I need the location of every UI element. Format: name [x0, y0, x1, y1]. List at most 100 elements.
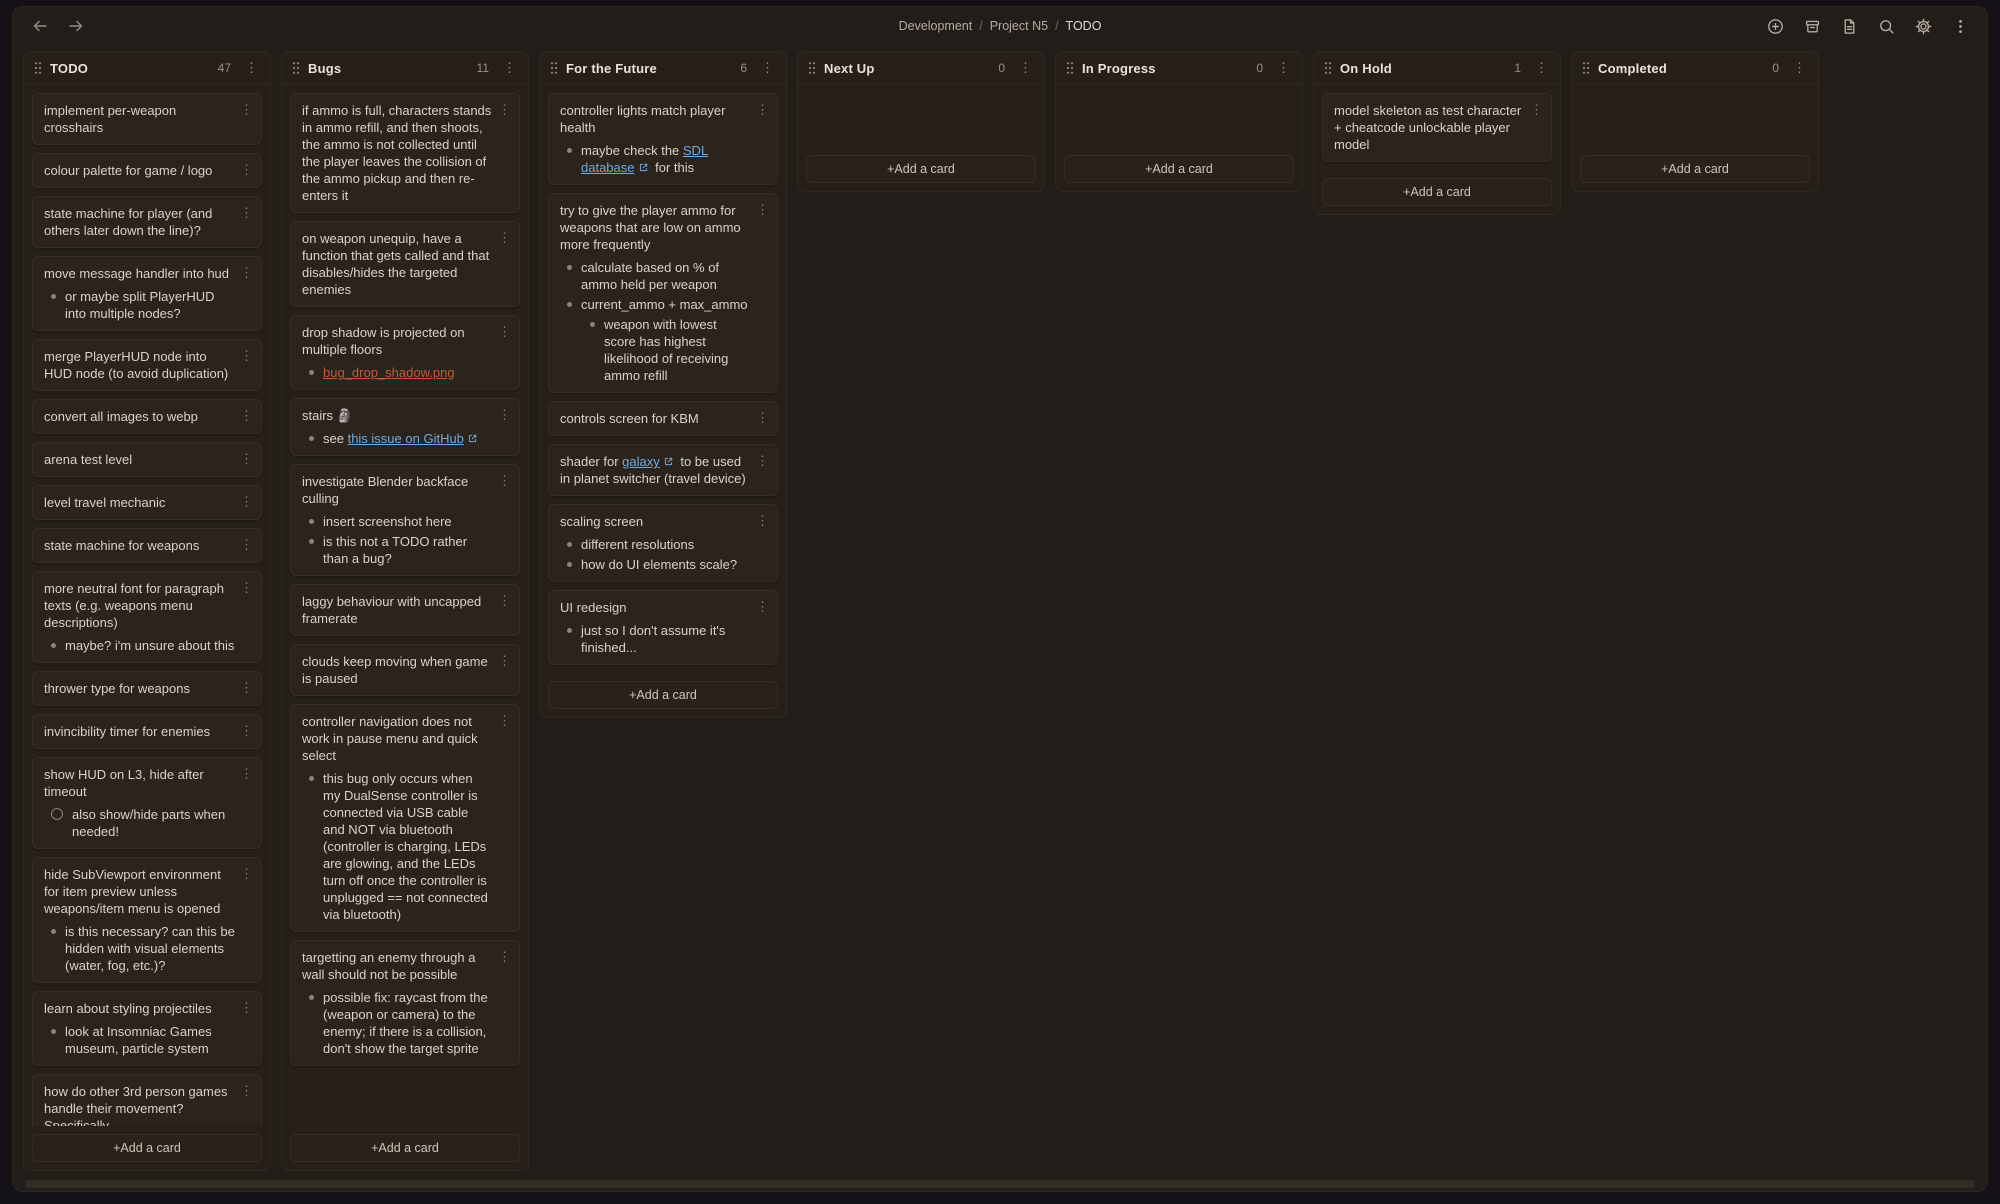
- card[interactable]: ⋮drop shadow is projected on multiple fl…: [290, 315, 520, 390]
- column-menu-button[interactable]: ⋮: [1791, 60, 1808, 76]
- card-menu-button[interactable]: ⋮: [498, 472, 511, 489]
- drag-handle-icon[interactable]: [550, 61, 558, 75]
- card[interactable]: ⋮try to give the player ammo for weapons…: [548, 193, 778, 393]
- card[interactable]: ⋮arena test level: [32, 442, 262, 477]
- circle-checkbox[interactable]: [51, 808, 63, 820]
- card-menu-button[interactable]: ⋮: [240, 204, 253, 221]
- card-menu-button[interactable]: ⋮: [498, 101, 511, 118]
- card-menu-button[interactable]: ⋮: [756, 101, 769, 118]
- card[interactable]: ⋮clouds keep moving when game is paused: [290, 644, 520, 696]
- card[interactable]: ⋮convert all images to webp: [32, 399, 262, 434]
- card[interactable]: ⋮merge PlayerHUD node into HUD node (to …: [32, 339, 262, 391]
- card-menu-button[interactable]: ⋮: [240, 407, 253, 424]
- card[interactable]: ⋮if ammo is full, characters stands in a…: [290, 93, 520, 213]
- add-card-button[interactable]: +Add a card: [1064, 155, 1294, 183]
- card[interactable]: ⋮level travel mechanic: [32, 485, 262, 520]
- card-menu-button[interactable]: ⋮: [240, 347, 253, 364]
- card[interactable]: ⋮controls screen for KBM: [548, 401, 778, 436]
- card-menu-button[interactable]: ⋮: [240, 161, 253, 178]
- drag-handle-icon[interactable]: [1324, 61, 1332, 75]
- card-menu-button[interactable]: ⋮: [498, 406, 511, 423]
- card[interactable]: ⋮more neutral font for paragraph texts (…: [32, 571, 262, 663]
- card-menu-button[interactable]: ⋮: [240, 579, 253, 596]
- drag-handle-icon[interactable]: [292, 61, 300, 75]
- card[interactable]: ⋮move message handler into hudor maybe s…: [32, 256, 262, 331]
- card-menu-button[interactable]: ⋮: [756, 201, 769, 218]
- card[interactable]: ⋮on weapon unequip, have a function that…: [290, 221, 520, 307]
- document-icon[interactable]: [1839, 16, 1860, 37]
- horizontal-scrollbar[interactable]: [25, 1180, 1975, 1188]
- search-icon[interactable]: [1876, 16, 1897, 37]
- card[interactable]: ⋮UI redesignjust so I don't assume it's …: [548, 590, 778, 665]
- card-menu-button[interactable]: ⋮: [498, 948, 511, 965]
- archive-icon[interactable]: [1802, 16, 1823, 37]
- link[interactable]: galaxy: [622, 454, 660, 469]
- card-menu-button[interactable]: ⋮: [756, 598, 769, 615]
- column-menu-button[interactable]: ⋮: [1533, 60, 1550, 76]
- add-card-button[interactable]: +Add a card: [806, 155, 1036, 183]
- breadcrumb-item-project[interactable]: Project N5: [990, 19, 1048, 33]
- card-menu-button[interactable]: ⋮: [240, 722, 253, 739]
- card-menu-button[interactable]: ⋮: [756, 409, 769, 426]
- card[interactable]: ⋮model skeleton as test character + chea…: [1322, 93, 1552, 162]
- column-menu-button[interactable]: ⋮: [759, 60, 776, 76]
- card-menu-button[interactable]: ⋮: [240, 264, 253, 281]
- card[interactable]: ⋮invincibility timer for enemies: [32, 714, 262, 749]
- card-menu-button[interactable]: ⋮: [240, 999, 253, 1016]
- column-menu-button[interactable]: ⋮: [501, 60, 518, 76]
- card-menu-button[interactable]: ⋮: [240, 1082, 253, 1099]
- new-card-icon[interactable]: [1765, 16, 1786, 37]
- forward-button[interactable]: [65, 15, 87, 37]
- card-menu-button[interactable]: ⋮: [240, 865, 253, 882]
- card[interactable]: ⋮thrower type for weapons: [32, 671, 262, 706]
- card-menu-button[interactable]: ⋮: [240, 101, 253, 118]
- column-menu-button[interactable]: ⋮: [1017, 60, 1034, 76]
- card[interactable]: ⋮how do other 3rd person games handle th…: [32, 1074, 262, 1126]
- card-menu-button[interactable]: ⋮: [498, 652, 511, 669]
- card[interactable]: ⋮colour palette for game / logo: [32, 153, 262, 188]
- card-menu-button[interactable]: ⋮: [240, 536, 253, 553]
- column-menu-button[interactable]: ⋮: [243, 60, 260, 76]
- card[interactable]: ⋮implement per-weapon crosshairs: [32, 93, 262, 145]
- add-card-button[interactable]: +Add a card: [290, 1134, 520, 1162]
- drag-handle-icon[interactable]: [34, 61, 42, 75]
- card-menu-button[interactable]: ⋮: [240, 679, 253, 696]
- add-card-button[interactable]: +Add a card: [1322, 178, 1552, 206]
- add-card-button[interactable]: +Add a card: [32, 1134, 262, 1162]
- card-menu-button[interactable]: ⋮: [498, 592, 511, 609]
- drag-handle-icon[interactable]: [1066, 61, 1074, 75]
- breadcrumb-item-development[interactable]: Development: [899, 19, 973, 33]
- card[interactable]: ⋮state machine for player (and others la…: [32, 196, 262, 248]
- more-options-icon[interactable]: [1950, 16, 1971, 37]
- card[interactable]: ⋮state machine for weapons: [32, 528, 262, 563]
- card[interactable]: ⋮learn about styling projectileslook at …: [32, 991, 262, 1066]
- card-menu-button[interactable]: ⋮: [498, 323, 511, 340]
- card-menu-button[interactable]: ⋮: [756, 452, 769, 469]
- card-menu-button[interactable]: ⋮: [240, 493, 253, 510]
- card-menu-button[interactable]: ⋮: [240, 765, 253, 782]
- settings-gear-icon[interactable]: [1913, 16, 1934, 37]
- add-card-button[interactable]: +Add a card: [548, 681, 778, 709]
- card[interactable]: ⋮stairs 🗿see this issue on GitHub: [290, 398, 520, 456]
- card-menu-button[interactable]: ⋮: [1530, 101, 1543, 118]
- card[interactable]: ⋮controller navigation does not work in …: [290, 704, 520, 932]
- card[interactable]: ⋮show HUD on L3, hide after timeoutalso …: [32, 757, 262, 849]
- card[interactable]: ⋮targetting an enemy through a wall shou…: [290, 940, 520, 1066]
- drag-handle-icon[interactable]: [808, 61, 816, 75]
- back-button[interactable]: [29, 15, 51, 37]
- link[interactable]: bug_drop_shadow.png: [323, 365, 455, 380]
- card[interactable]: ⋮scaling screendifferent resolutionshow …: [548, 504, 778, 582]
- card[interactable]: ⋮laggy behaviour with uncapped framerate: [290, 584, 520, 636]
- card[interactable]: ⋮hide SubViewport environment for item p…: [32, 857, 262, 983]
- column-menu-button[interactable]: ⋮: [1275, 60, 1292, 76]
- drag-handle-icon[interactable]: [1582, 61, 1590, 75]
- add-card-button[interactable]: +Add a card: [1580, 155, 1810, 183]
- card-menu-button[interactable]: ⋮: [756, 512, 769, 529]
- card-menu-button[interactable]: ⋮: [498, 229, 511, 246]
- card-menu-button[interactable]: ⋮: [498, 712, 511, 729]
- link[interactable]: this issue on GitHub: [348, 431, 464, 446]
- card-menu-button[interactable]: ⋮: [240, 450, 253, 467]
- card[interactable]: ⋮controller lights match player healthma…: [548, 93, 778, 185]
- card[interactable]: ⋮investigate Blender backface cullingins…: [290, 464, 520, 576]
- card[interactable]: ⋮shader for galaxy to be used in planet …: [548, 444, 778, 496]
